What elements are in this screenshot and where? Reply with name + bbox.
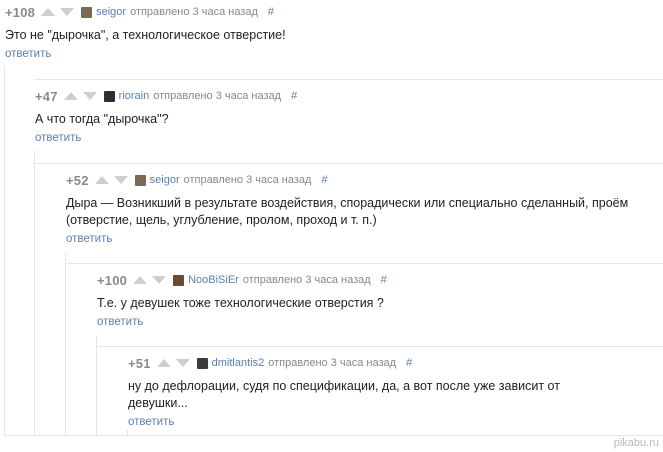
thread-line	[65, 263, 663, 264]
site-watermark: pikabu.ru	[613, 437, 659, 449]
reply-link[interactable]: ответить	[97, 316, 143, 328]
vote-controls	[41, 8, 79, 16]
avatar[interactable]	[81, 6, 93, 18]
comment: +108 seigor отправлено 3 часа назад # Эт…	[5, 3, 655, 62]
vote-controls	[156, 359, 195, 367]
username-link[interactable]: seigor	[96, 6, 126, 18]
comment-timestamp: отправлено 3 часа назад	[153, 90, 282, 102]
username-link[interactable]: seigor	[150, 174, 180, 186]
comment-timestamp: отправлено 3 часа назад	[242, 274, 371, 286]
vote-controls	[94, 176, 133, 184]
downvote-icon[interactable]	[60, 8, 75, 16]
downvote-icon[interactable]	[175, 359, 190, 367]
reply-link[interactable]: ответить	[5, 48, 51, 60]
downvote-icon[interactable]	[152, 276, 167, 284]
comment-text: ну до дефлорации, судя по спецификации, …	[128, 379, 560, 410]
upvote-icon[interactable]	[63, 92, 78, 100]
upvote-icon[interactable]	[94, 176, 109, 184]
thread-line	[34, 150, 35, 435]
avatar[interactable]	[134, 174, 146, 186]
avatar[interactable]	[196, 357, 208, 369]
downvote-icon[interactable]	[113, 176, 128, 184]
thread-line	[65, 252, 66, 435]
comment: +100 NooBiSiEr отправлено 3 часа назад #…	[97, 271, 657, 330]
username-link[interactable]: dmitlantis2	[212, 357, 265, 369]
comment-header: +52 seigor отправлено 3 часа назад #	[66, 171, 656, 189]
comment: +47 riorain отправлено 3 часа назад # А …	[35, 87, 655, 146]
comment-rating: +51	[128, 355, 151, 371]
upvote-icon[interactable]	[133, 276, 148, 284]
vote-controls	[63, 92, 102, 100]
reply-link[interactable]: ответить	[35, 132, 81, 144]
avatar[interactable]	[103, 90, 115, 102]
comment: +51 dmitlantis2 отправлено 3 часа назад …	[128, 354, 608, 430]
reply-link[interactable]: ответить	[66, 233, 112, 245]
vote-controls	[133, 276, 171, 284]
comment-header: +51 dmitlantis2 отправлено 3 часа назад …	[128, 354, 608, 372]
comment-header: +47 riorain отправлено 3 часа назад #	[35, 87, 655, 105]
thread-line	[4, 66, 5, 436]
comment-text: Это не "дырочка", а технологическое отве…	[5, 28, 286, 42]
comment-rating: +100	[97, 272, 128, 288]
comment-text: Дыра — Возникший в результате воздействи…	[66, 196, 629, 227]
permalink-link[interactable]: #	[406, 357, 412, 369]
comment-rating: +52	[66, 172, 89, 188]
comment-text: А что тогда "дырочка"?	[35, 112, 169, 126]
comment-header: +108 seigor отправлено 3 часа назад #	[5, 3, 655, 21]
permalink-link[interactable]: #	[321, 174, 327, 186]
reply-link[interactable]: ответить	[128, 416, 174, 428]
upvote-icon[interactable]	[156, 359, 171, 367]
permalink-link[interactable]: #	[381, 274, 387, 286]
comment: +52 seigor отправлено 3 часа назад # Дыр…	[66, 171, 656, 247]
username-link[interactable]: NooBiSiEr	[188, 274, 239, 286]
thread-line	[4, 435, 663, 436]
comment-timestamp: отправлено 3 часа назад	[268, 357, 397, 369]
comment-header: +100 NooBiSiEr отправлено 3 часа назад #	[97, 271, 657, 289]
permalink-link[interactable]: #	[268, 6, 274, 18]
thread-line	[127, 430, 128, 435]
thread-line	[34, 163, 663, 164]
comment-text: Т.е. у девушек тоже технологические отве…	[97, 296, 384, 310]
downvote-icon[interactable]	[82, 92, 97, 100]
thread-line	[96, 335, 97, 435]
avatar[interactable]	[173, 274, 185, 286]
comment-rating: +47	[35, 88, 58, 104]
username-link[interactable]: riorain	[119, 90, 150, 102]
comment-rating: +108	[5, 4, 36, 20]
upvote-icon[interactable]	[41, 8, 56, 16]
thread-line	[34, 79, 663, 80]
thread-line	[96, 346, 663, 347]
comment-timestamp: отправлено 3 часа назад	[130, 6, 258, 18]
permalink-link[interactable]: #	[291, 90, 297, 102]
comment-timestamp: отправлено 3 часа назад	[183, 174, 312, 186]
